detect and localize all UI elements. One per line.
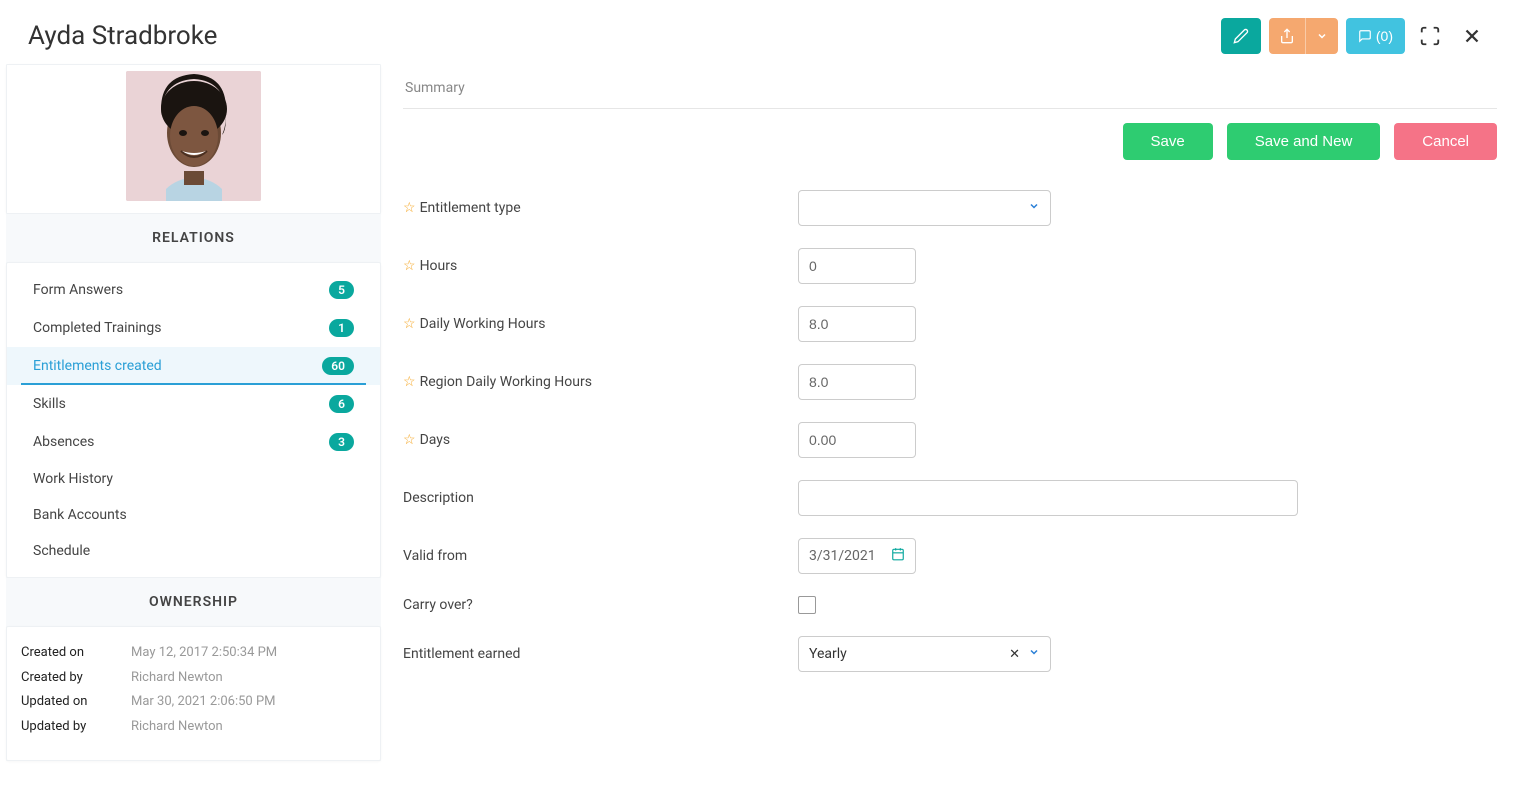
required-star-icon: ☆ bbox=[403, 316, 416, 332]
required-star-icon: ☆ bbox=[403, 258, 416, 274]
page-title: Ayda Stradbroke bbox=[28, 21, 217, 51]
entitlement-type-select[interactable] bbox=[798, 190, 1051, 226]
ownership-value: Richard Newton bbox=[131, 715, 223, 740]
field-label-entitlement-type: Entitlement type bbox=[420, 200, 521, 216]
edit-button[interactable] bbox=[1221, 18, 1261, 54]
days-input[interactable] bbox=[798, 422, 916, 458]
field-label-days: Days bbox=[420, 432, 451, 448]
pencil-icon bbox=[1233, 28, 1249, 44]
entitlement-form: ☆ Entitlement type ☆ bbox=[403, 178, 1497, 672]
sidebar-item-badge: 6 bbox=[329, 395, 354, 413]
clear-select-icon[interactable]: ✕ bbox=[1009, 647, 1020, 662]
ownership-label: Updated by bbox=[21, 715, 131, 740]
required-star-icon: ☆ bbox=[403, 432, 416, 448]
sidebar-item-entitlements-created[interactable]: Entitlements created 60 bbox=[7, 347, 380, 385]
chevron-down-icon bbox=[1316, 30, 1328, 42]
sidebar-item-schedule[interactable]: Schedule bbox=[7, 533, 380, 569]
ownership-label: Created on bbox=[21, 641, 131, 666]
field-label-daily-hours: Daily Working Hours bbox=[420, 316, 546, 332]
sidebar-item-label: Schedule bbox=[33, 543, 90, 559]
valid-from-date-input[interactable]: 3/31/2021 bbox=[798, 538, 916, 574]
field-label-carry-over: Carry over? bbox=[403, 597, 473, 613]
field-label-valid-from: Valid from bbox=[403, 548, 467, 564]
fullscreen-button[interactable] bbox=[1413, 19, 1447, 53]
sidebar: RELATIONS Form Answers 5 Completed Train… bbox=[6, 64, 381, 761]
sidebar-item-skills[interactable]: Skills 6 bbox=[7, 385, 380, 423]
ownership-panel: Created on May 12, 2017 2:50:34 PM Creat… bbox=[6, 626, 381, 761]
cancel-button[interactable]: Cancel bbox=[1394, 123, 1497, 160]
sidebar-item-label: Form Answers bbox=[33, 282, 123, 298]
share-icon bbox=[1279, 28, 1295, 44]
sidebar-item-label: Absences bbox=[33, 434, 94, 450]
share-button[interactable] bbox=[1269, 18, 1305, 54]
ownership-value: Mar 30, 2021 2:06:50 PM bbox=[131, 690, 276, 715]
relations-header: RELATIONS bbox=[6, 214, 381, 262]
tab-summary[interactable]: Summary bbox=[403, 74, 1497, 109]
required-star-icon: ☆ bbox=[403, 200, 416, 216]
sidebar-item-bank-accounts[interactable]: Bank Accounts bbox=[7, 497, 380, 533]
sidebar-item-label: Bank Accounts bbox=[33, 507, 127, 523]
sidebar-item-label: Skills bbox=[33, 396, 66, 412]
relations-list: Form Answers 5 Completed Trainings 1 Ent… bbox=[6, 262, 381, 578]
chevron-down-icon bbox=[1028, 200, 1040, 216]
field-label-region-daily: Region Daily Working Hours bbox=[420, 374, 592, 390]
daily-hours-input[interactable] bbox=[798, 306, 916, 342]
sidebar-item-form-answers[interactable]: Form Answers 5 bbox=[7, 271, 380, 309]
sidebar-item-completed-trainings[interactable]: Completed Trainings 1 bbox=[7, 309, 380, 347]
comments-count: (0) bbox=[1376, 28, 1393, 44]
header-actions: (0) bbox=[1221, 18, 1489, 54]
avatar bbox=[126, 71, 261, 201]
calendar-icon bbox=[891, 547, 905, 565]
avatar-container bbox=[7, 65, 380, 213]
entitlement-earned-select[interactable]: Yearly ✕ bbox=[798, 636, 1051, 672]
hours-input[interactable] bbox=[798, 248, 916, 284]
close-button[interactable] bbox=[1455, 19, 1489, 53]
chevron-down-icon bbox=[1028, 646, 1040, 662]
sidebar-item-badge: 3 bbox=[329, 433, 354, 451]
select-value: Yearly bbox=[809, 646, 847, 662]
comment-icon bbox=[1358, 29, 1372, 43]
fullscreen-icon bbox=[1419, 25, 1441, 47]
sidebar-item-badge: 5 bbox=[329, 281, 354, 299]
ownership-value: Richard Newton bbox=[131, 666, 223, 691]
sidebar-item-badge: 1 bbox=[329, 319, 354, 337]
ownership-header: OWNERSHIP bbox=[6, 578, 381, 626]
field-label-description: Description bbox=[403, 490, 474, 506]
date-value: 3/31/2021 bbox=[809, 548, 876, 564]
ownership-label: Created by bbox=[21, 666, 131, 691]
sidebar-item-absences[interactable]: Absences 3 bbox=[7, 423, 380, 461]
required-star-icon: ☆ bbox=[403, 374, 416, 390]
sidebar-item-label: Work History bbox=[33, 471, 113, 487]
ownership-label: Updated on bbox=[21, 690, 131, 715]
field-label-entitlement-earned: Entitlement earned bbox=[403, 646, 520, 662]
sidebar-item-label: Completed Trainings bbox=[33, 320, 161, 336]
sidebar-item-label: Entitlements created bbox=[33, 358, 162, 374]
ownership-value: May 12, 2017 2:50:34 PM bbox=[131, 641, 277, 666]
share-dropdown-button[interactable] bbox=[1305, 18, 1338, 54]
form-actions: Save Save and New Cancel bbox=[403, 109, 1497, 178]
save-and-new-button[interactable]: Save and New bbox=[1227, 123, 1381, 160]
close-icon bbox=[1461, 25, 1483, 47]
region-daily-input[interactable] bbox=[798, 364, 916, 400]
sidebar-item-work-history[interactable]: Work History bbox=[7, 461, 380, 497]
save-button[interactable]: Save bbox=[1123, 123, 1213, 160]
main-panel: Summary Save Save and New Cancel ☆ Entit… bbox=[393, 64, 1517, 761]
carry-over-checkbox[interactable] bbox=[798, 596, 816, 614]
share-button-group bbox=[1269, 18, 1338, 54]
field-label-hours: Hours bbox=[420, 258, 458, 274]
description-input[interactable] bbox=[798, 480, 1298, 516]
sidebar-item-badge: 60 bbox=[322, 357, 354, 375]
comments-button[interactable]: (0) bbox=[1346, 18, 1405, 54]
